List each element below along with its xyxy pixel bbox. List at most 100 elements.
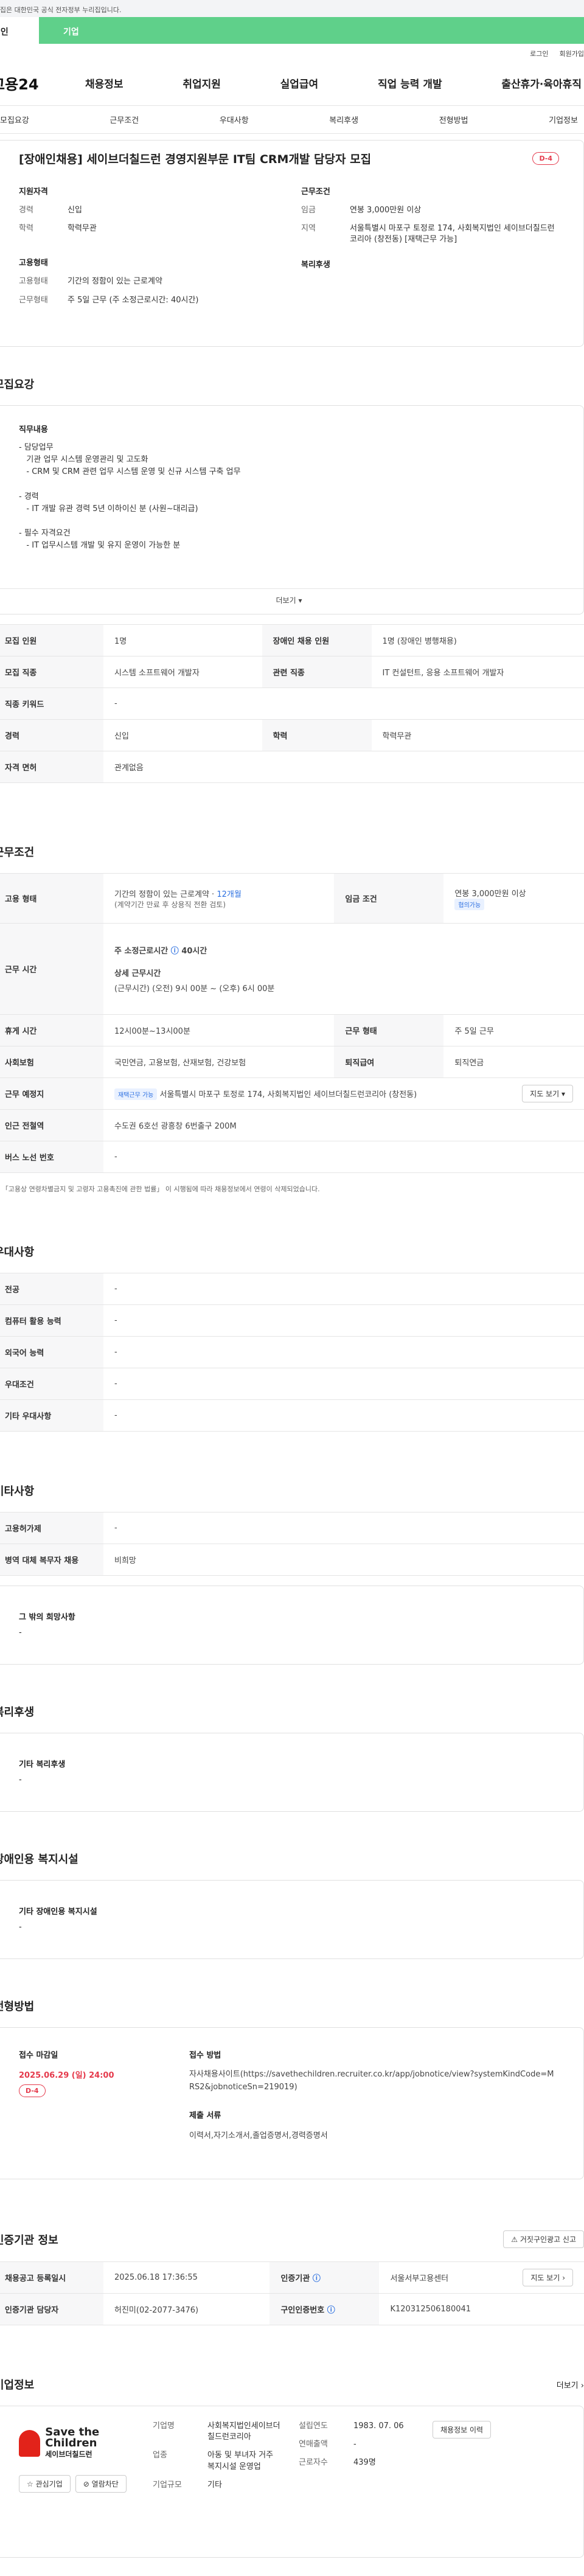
sales-label: 연매출액 — [299, 2439, 353, 2450]
site-logo[interactable]: 고용24 — [0, 72, 85, 94]
welfare-section-title: 복리후생 — [0, 1704, 584, 1719]
hours-detail-label: 상세 근무시간 — [114, 967, 573, 978]
gnb-item-training[interactable]: 직업 능력 개발 — [378, 75, 442, 91]
report-button-label: 거짓구인광고 신고 — [520, 2235, 576, 2244]
cell-head: 고용허가제 — [0, 1513, 103, 1544]
welfare-title: 복리후생 — [301, 258, 559, 270]
cell-value: 기간의 정함이 있는 근로계약 · 12개월(계약기간 만료 후 상용직 전환 … — [103, 874, 334, 924]
disability-card: 기타 장애인용 복지시설 - — [0, 1880, 584, 1959]
recruit-title-text: 모집요강 — [0, 378, 34, 391]
other-wish-card: 그 밖의 희망사항 - — [0, 1586, 584, 1665]
company-card: Save the Children세이브더칠드런 ☆ 관심기업 ⊘ 열람차단 기… — [0, 2406, 584, 2558]
gov-notice-bar: 이 누리집은 대한민국 공식 전자정부 누리집입니다. — [0, 0, 584, 17]
more-button[interactable]: 더보기 ▾ — [0, 588, 583, 614]
cell-value: - — [103, 1273, 584, 1305]
gnb-item-parental-leave[interactable]: 출산휴가·육아휴직 — [501, 75, 582, 91]
etc-section-title: 기타사항 — [0, 1483, 584, 1499]
company-name-value: 사회복지법인세이브더칠드런코리아 — [207, 2421, 280, 2443]
cond-title: 근무조건 — [301, 185, 559, 197]
emptype-label: 고용형태 — [19, 276, 68, 287]
selection-section-title: 전형방법 — [0, 1998, 584, 2014]
table-row: 근무 예정지 재택근무 가능 서울특별시 마포구 토정로 174, 사회복지법인… — [0, 1078, 584, 1110]
info-icon[interactable]: ⓘ — [171, 947, 179, 956]
cell-value: 국민연금, 고용보험, 산재보험, 건강보험 — [103, 1046, 334, 1078]
remote-chip: 재택근무 가능 — [114, 1088, 157, 1100]
duty-text: - 담당업무 기관 업무 시스템 운영관리 및 고도화 - CRM 및 CRM … — [19, 442, 559, 552]
dday-badge: D-4 — [532, 152, 559, 165]
anchor-company[interactable]: 기업정보 — [549, 114, 578, 125]
cell-value: 수도권 6호선 광흥창 6번출구 200M — [103, 1110, 584, 1141]
company-name-label: 기업명 — [153, 2421, 207, 2443]
block-icon: ⊘ — [83, 2480, 89, 2488]
biz-value: 아동 및 부녀자 거주 복지시설 운영업 — [207, 2450, 280, 2472]
cell-head: 학력 — [262, 720, 372, 751]
chevron-down-icon: ▾ — [561, 1090, 565, 1098]
cell-value: 비희망 — [103, 1544, 584, 1576]
anchor-work[interactable]: 근무조건 — [109, 114, 139, 125]
cell-head: 우대조건 — [0, 1368, 103, 1400]
info-icon[interactable]: ⓘ — [313, 2274, 321, 2283]
anchor-selection[interactable]: 전형방법 — [439, 114, 468, 125]
tab-company[interactable]: 기업 — [39, 17, 584, 44]
table-row: 버스 노선 번호- — [0, 1141, 584, 1173]
emp-type-text: 기간의 정함이 있는 근로계약 · — [114, 890, 217, 899]
cell-value: 퇴직연금 — [443, 1046, 584, 1078]
chevron-right-icon: › — [581, 2381, 584, 2390]
cell-head: 병역 대체 복무자 채용 — [0, 1544, 103, 1576]
disability-title-text: 장애인용 복지시설 — [0, 1853, 78, 1866]
block-button[interactable]: ⊘ 열람차단 — [75, 2475, 127, 2493]
table-row: 모집 인원1명장애인 채용 인원1명 (장애인 병행채용) — [0, 625, 584, 656]
tab-personal[interactable]: 개인 — [0, 17, 39, 44]
cell-head: 채용공고 등록일시 — [0, 2262, 103, 2294]
table-row: 모집 직종시스템 소프트웨어 개발자관련 직종IT 컨설턴트, 응용 소프트웨어… — [0, 656, 584, 688]
table-row: 경력신입학력학력무관 — [0, 720, 584, 751]
anchor-pref[interactable]: 우대사항 — [220, 114, 249, 125]
cell-value: - — [103, 1305, 584, 1337]
gnb-item-jobs[interactable]: 채용정보 — [85, 75, 123, 91]
cell-head: 기타 우대사항 — [0, 1400, 103, 1432]
report-button[interactable]: ⚠ 거짓구인광고 신고 — [503, 2230, 584, 2248]
gnb-item-support[interactable]: 취업지원 — [182, 75, 221, 91]
size-label: 기업규모 — [153, 2480, 207, 2491]
anchor-recruit[interactable]: 모집요강 — [0, 114, 29, 125]
cell-head: 인근 전철역 — [0, 1110, 103, 1141]
cell-value: - — [103, 1400, 584, 1432]
favorite-label: 관심기업 — [36, 2480, 63, 2488]
table-row: 우대조건- — [0, 1368, 584, 1400]
cell-value: 관계없음 — [103, 751, 584, 783]
map-button-label: 지도 보기 — [530, 2274, 560, 2282]
table-row: 고용 형태 기간의 정함이 있는 근로계약 · 12개월(계약기간 만료 후 상… — [0, 874, 584, 924]
job-history-button[interactable]: 채용정보 이력 — [433, 2421, 491, 2438]
agency-map-button[interactable]: 지도 보기 › — [523, 2269, 573, 2286]
chevron-right-icon: › — [562, 2274, 565, 2282]
map-button[interactable]: 지도 보기 ▾ — [522, 1085, 573, 1102]
dday-badge: D-4 — [19, 2084, 46, 2097]
company-more-link[interactable]: 더보기 › — [557, 2379, 584, 2390]
cell-head: 장애인 채용 인원 — [262, 625, 372, 656]
docs-value: 이력서,자기소개서,졸업증명서,경력증명서 — [189, 2129, 559, 2140]
size-value: 기타 — [207, 2480, 222, 2491]
login-link[interactable]: 로그인 — [530, 49, 548, 61]
cell-head: 근무 형태 — [334, 1015, 443, 1046]
qual-title: 지원자격 — [19, 185, 277, 197]
anchor-welfare[interactable]: 복리후생 — [329, 114, 358, 125]
gnb-item-unemployment[interactable]: 실업급여 — [280, 75, 319, 91]
edu-label: 학력 — [19, 223, 68, 234]
emptype-value: 기간의 정함이 있는 근로계약 — [68, 276, 162, 287]
region-label: 지역 — [301, 223, 350, 245]
hours-value: 40시간 — [181, 947, 207, 956]
table-row: 병역 대체 복무자 채용비희망 — [0, 1544, 584, 1576]
num-label: 구인인증번호 — [280, 2306, 324, 2315]
cell-head: 인증기관 담당자 — [0, 2294, 103, 2325]
method-value[interactable]: 자사채용사이트(https://savethechildren.recruite… — [189, 2069, 559, 2094]
worktype-label: 근무형태 — [19, 295, 68, 306]
cell-value: 서울서부고용센터지도 보기 › — [379, 2262, 584, 2294]
table-row: 채용공고 등록일시2025.06.18 17:36:55인증기관 ⓘ서울서부고용… — [0, 2262, 584, 2294]
table-row: 자격 면허관계없음 — [0, 751, 584, 783]
info-icon[interactable]: ⓘ — [327, 2306, 335, 2315]
favorite-button[interactable]: ☆ 관심기업 — [19, 2475, 71, 2493]
table-row: 전공- — [0, 1273, 584, 1305]
cell-head: 관련 직종 — [262, 656, 372, 688]
cell-value: - — [103, 1141, 584, 1173]
join-link[interactable]: 회원가입 — [560, 49, 584, 61]
